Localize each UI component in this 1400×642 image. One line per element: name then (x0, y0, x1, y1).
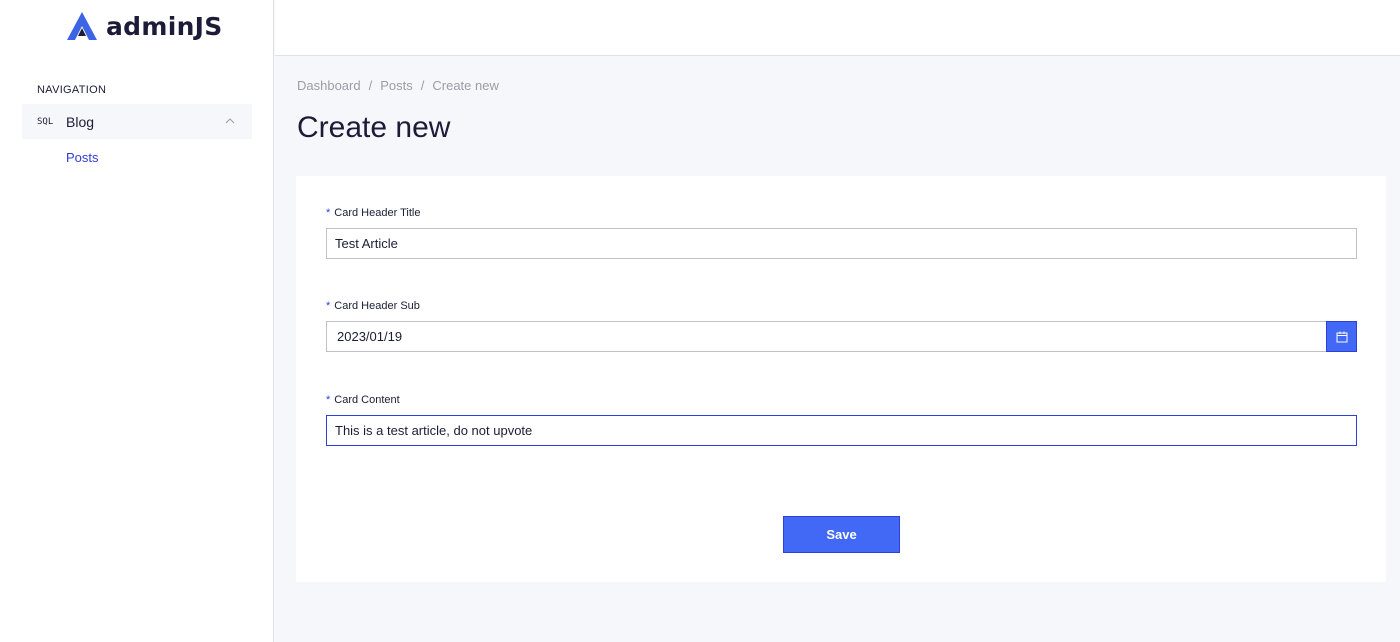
breadcrumb: Dashboard / Posts / Create new (297, 78, 499, 93)
page-title: Create new (297, 111, 451, 144)
sidebar: adminJS NAVIGATION SQL Blog Posts (0, 0, 274, 642)
field-label-text: Card Header Title (334, 207, 421, 219)
breadcrumb-posts[interactable]: Posts (380, 78, 413, 93)
card-content-input[interactable] (326, 415, 1357, 446)
brand-name: adminJS (106, 11, 223, 41)
required-marker: * (326, 300, 331, 312)
calendar-button[interactable] (1326, 321, 1357, 352)
required-marker: * (326, 394, 331, 406)
sidebar-item-posts[interactable]: Posts (66, 150, 99, 165)
card-header-sub-datepicker (326, 321, 1357, 352)
save-button[interactable]: Save (783, 516, 900, 553)
database-sql-icon: SQL (37, 116, 54, 127)
field-label-sub: * Card Header Sub (326, 300, 420, 312)
brand-logo[interactable]: adminJS (66, 10, 223, 42)
card-header-sub-input[interactable] (326, 321, 1327, 352)
field-label-title: * Card Header Title (326, 207, 421, 219)
card-header-title-input[interactable] (326, 228, 1357, 259)
field-label-text: Card Header Sub (334, 300, 420, 312)
calendar-icon (1336, 331, 1347, 342)
chevron-up-icon[interactable] (225, 116, 235, 126)
sidebar-group-blog[interactable]: SQL Blog (22, 104, 252, 139)
field-label-content: * Card Content (326, 394, 400, 406)
sidebar-group-label: Blog (66, 113, 95, 130)
breadcrumb-separator: / (420, 78, 425, 93)
field-label-text: Card Content (334, 394, 400, 406)
adminjs-logo-icon (67, 12, 97, 40)
breadcrumb-separator: / (368, 78, 373, 93)
form-card: *Card Header Title *Card Header Sub *Car… (296, 176, 1386, 582)
breadcrumb-current: Create new (432, 78, 499, 93)
breadcrumb-dashboard[interactable]: Dashboard (297, 78, 361, 93)
top-bar (275, 0, 1400, 56)
required-marker: * (326, 207, 331, 219)
nav-heading: NAVIGATION (37, 84, 107, 96)
